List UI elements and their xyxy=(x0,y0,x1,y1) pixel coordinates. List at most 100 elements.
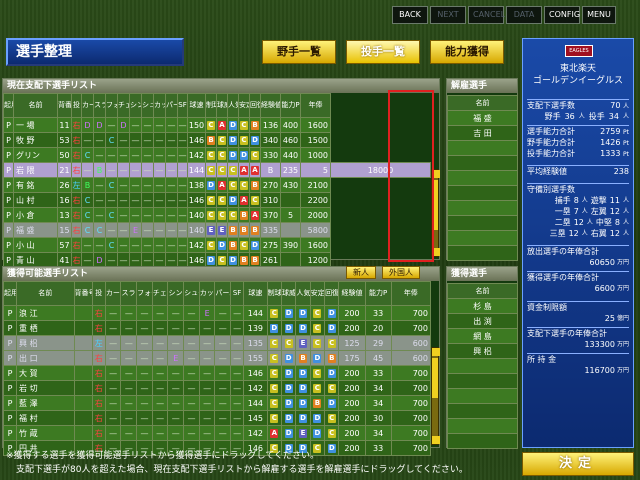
list-item[interactable] xyxy=(447,215,518,231)
decide-button[interactable]: 決定 xyxy=(522,452,634,476)
table-row[interactable]: P牧 野 53 右 — — C — — — — — —146 B C D C D 340 460 1500 xyxy=(3,132,431,148)
next-button[interactable]: NEXT xyxy=(430,6,466,24)
table-cell: 146 xyxy=(187,132,206,148)
list-item[interactable]: 福 盛 xyxy=(447,110,518,126)
table-row[interactable]: P小 倉 13 右 C — C — — — — — —140 C C C B A 370 5 2000 xyxy=(3,207,431,223)
table-cell: D xyxy=(227,147,239,163)
table-cell: 142 xyxy=(243,380,268,396)
tab-pitchers[interactable]: 投手一覧 xyxy=(346,40,420,64)
throw-hand: 右 xyxy=(94,428,103,438)
table-row[interactable]: P小 山 57 右 — — C — — — — — —142 C D B C D 275 390 1600 xyxy=(3,237,431,253)
list-item[interactable] xyxy=(447,140,518,156)
scroll-thumb[interactable] xyxy=(432,358,438,398)
table-row[interactable]: P グリン 50 右 C — — — — — — — —142 C C D D C 330 440 1000 xyxy=(3,147,431,163)
acquire-table[interactable]: 名前杉 島出 渕網 島興 梠 xyxy=(447,283,518,449)
table-cell: 53 xyxy=(57,132,72,148)
table-cell: — xyxy=(136,335,153,351)
data-button[interactable]: DATA xyxy=(506,6,542,24)
grade-badge: A xyxy=(251,211,259,220)
table-row[interactable]: P浪 江右 — — — — — — E — —144 C D D C D 200 33 700 xyxy=(2,305,432,321)
player-name xyxy=(447,358,518,374)
table-row[interactable]: P大 賀右 — — — — — — — — —146 C D D C D 200 33 700 xyxy=(2,365,432,381)
list-item[interactable]: 杉 島 xyxy=(447,298,518,314)
acquirable-table: 起用名前背番号投カーブスライダーフォークチェンジアップシンカーシュートカットパー… xyxy=(2,281,432,456)
table-row[interactable]: P藍 澤右 — — — — — — — — —144 C D D B D 200 34 700 xyxy=(2,395,432,411)
top-nav: BACK NEXT CANCEL DATA CONFIG MENU xyxy=(392,6,616,24)
tab-ability[interactable]: 能力獲得 xyxy=(430,40,504,64)
table-row[interactable]: P一 場 11 右 D D — D — — — — —150 C A D C B 136 400 1600 xyxy=(3,117,431,133)
defense-value: 三塁 xyxy=(549,229,566,238)
table-row[interactable]: P山 村 16 右 C — — — — — — — —146 C C D A C 310 2200 xyxy=(3,192,431,208)
table-cell: 5 xyxy=(300,162,331,178)
list-item[interactable] xyxy=(447,358,518,374)
list-item[interactable]: 出 渕 xyxy=(447,313,518,329)
table-row[interactable]: P岩 切右 — — — — — — — — —142 C D D C C 200 34 700 xyxy=(2,380,432,396)
list-item[interactable] xyxy=(447,230,518,246)
table-cell: 175 xyxy=(338,350,366,366)
table-cell xyxy=(73,425,93,441)
grade-badge: B xyxy=(251,181,259,190)
table-row[interactable]: P岩 隈 21 右 — B — — — — — — —144 C C C A A B 235 5 18000 xyxy=(3,162,431,178)
table-cell: — xyxy=(177,222,188,238)
list-item[interactable] xyxy=(447,418,518,434)
list-item[interactable] xyxy=(447,200,518,216)
list-item[interactable] xyxy=(447,403,518,419)
table-row[interactable]: P重 栖右 — — — — — — — — —139 D D D C D 200 20 700 xyxy=(2,320,432,336)
scroll-down-arrow-icon[interactable] xyxy=(432,436,440,444)
defense-value: 11 xyxy=(609,196,620,205)
table-cell: C xyxy=(105,237,118,253)
throw-hand: 右 xyxy=(94,323,103,333)
acquirable-scrollbar[interactable] xyxy=(431,347,440,445)
table-cell: 竹 蔵 xyxy=(16,425,75,441)
pitch-grade: C xyxy=(108,210,115,220)
table-row[interactable]: P竹 蔵右 — — — — — — — — —142 A D E D C 200 34 700 xyxy=(2,425,432,441)
grade-badge: B xyxy=(299,354,308,363)
list-item[interactable] xyxy=(447,155,518,171)
table-cell: — xyxy=(120,305,138,321)
table-cell: 275 xyxy=(260,237,281,253)
config-button[interactable]: CONFIG xyxy=(544,6,580,24)
tab-fielders[interactable]: 野手一覧 xyxy=(262,40,336,64)
grade-badge: C xyxy=(270,369,279,378)
list-item[interactable] xyxy=(447,170,518,186)
table-row[interactable]: P福 盛 15 右 C C — — E — — — —140 E E B B B 335 5800 xyxy=(3,222,431,238)
list-item[interactable] xyxy=(447,373,518,389)
table-cell: — xyxy=(151,365,169,381)
list-item[interactable] xyxy=(447,433,518,449)
table-cell: C xyxy=(205,147,217,163)
list-item[interactable]: 網 島 xyxy=(447,328,518,344)
list-item[interactable] xyxy=(447,185,518,201)
table-row[interactable]: P出 口右 — — — — E — — — —155 C D B D B 175 45 600 xyxy=(2,350,432,366)
table-cell: E xyxy=(295,425,311,441)
filter-rookie-button[interactable]: 新人 xyxy=(346,266,376,279)
table-cell: — xyxy=(153,162,166,178)
table-row[interactable]: P福 村右 — — — — — — — — —145 C D D D C 200 30 700 xyxy=(2,410,432,426)
list-item[interactable] xyxy=(447,388,518,404)
grade-badge: C xyxy=(270,384,279,393)
throw-hand: 右 xyxy=(94,308,103,318)
table-cell: D xyxy=(295,305,311,321)
table-cell: — xyxy=(120,395,138,411)
release-panel[interactable]: 解雇選手 名前福 盛吉 田 xyxy=(446,78,518,261)
cancel-button[interactable]: CANCEL xyxy=(468,6,505,24)
table-cell: — xyxy=(230,395,245,411)
column-header: 球速 xyxy=(187,93,206,118)
release-table[interactable]: 名前福 盛吉 田 xyxy=(447,95,518,261)
table-row[interactable]: P有 銘 26 左 B — C — — — — — —138 D A C C B 270 430 2100 xyxy=(3,177,431,193)
list-item[interactable]: 興 梠 xyxy=(447,343,518,359)
menu-button[interactable]: MENU xyxy=(582,6,616,24)
player-name: 福 盛 xyxy=(447,110,518,126)
table-cell: D xyxy=(280,380,297,396)
list-item[interactable] xyxy=(447,245,518,261)
column-header: シュート xyxy=(141,93,154,118)
list-item[interactable]: 吉 田 xyxy=(447,125,518,141)
acquire-panel[interactable]: 獲得選手 名前杉 島出 渕網 島興 梠 xyxy=(446,266,518,449)
table-header-row: 名前 xyxy=(447,283,518,299)
back-button[interactable]: BACK xyxy=(392,6,428,24)
scroll-up-arrow-icon[interactable] xyxy=(432,348,440,356)
table-cell: — xyxy=(230,410,245,426)
table-cell: C xyxy=(324,425,340,441)
filter-foreign-button[interactable]: 外国人 xyxy=(382,266,420,279)
table-cell: — xyxy=(117,147,130,163)
table-row[interactable]: P興 梠左 — — — — — — — — —135 C C E C C 125 29 600 xyxy=(2,335,432,351)
